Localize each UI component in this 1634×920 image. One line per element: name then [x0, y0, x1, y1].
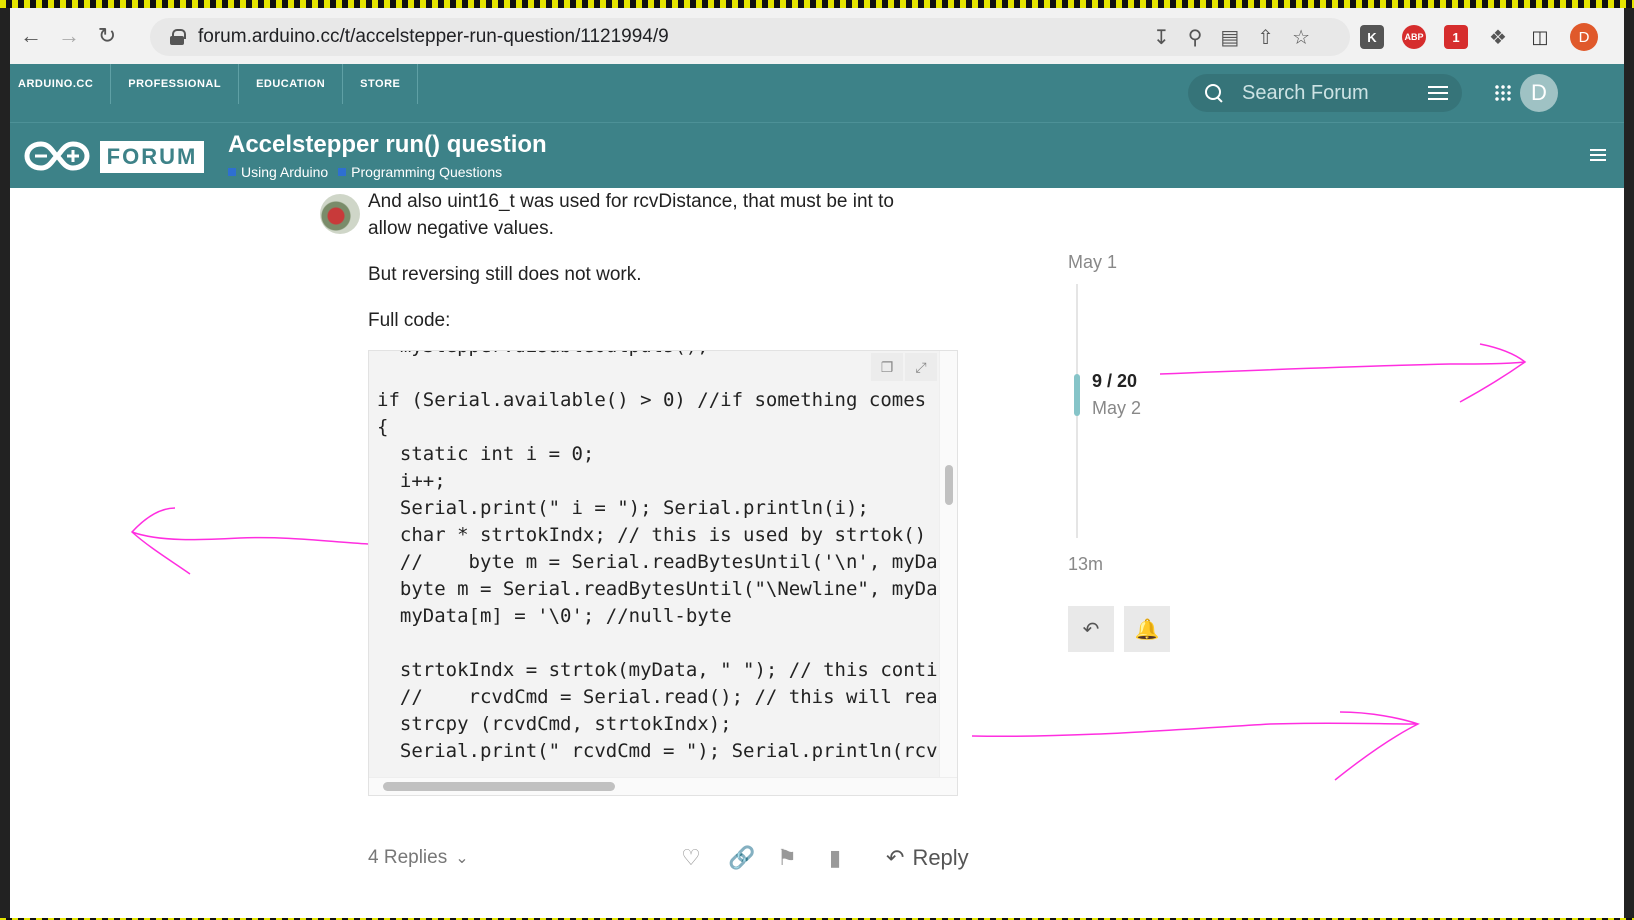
nav-professional[interactable]: PROFESSIONAL — [111, 64, 240, 104]
search-forum-input[interactable]: Search Forum — [1188, 74, 1462, 112]
search-icon — [1204, 83, 1224, 103]
timeline-end-label[interactable]: 13m — [1068, 554, 1103, 575]
install-icon[interactable]: ↧ — [1153, 25, 1170, 50]
reload-icon[interactable]: ↻ — [88, 17, 126, 55]
reply-button[interactable]: ↶ Reply — [886, 845, 969, 871]
notification-bell-icon[interactable]: 🔔 — [1124, 606, 1170, 652]
category-badge[interactable]: Programming Questions — [338, 164, 502, 180]
copy-code-icon[interactable]: ❐ — [871, 353, 903, 381]
profile-avatar[interactable]: D — [1570, 23, 1598, 51]
reply-label: Reply — [912, 845, 969, 870]
post-paragraph-1-line-2: allow negative values. — [368, 218, 554, 239]
code-tools: ❐ ⤢ — [871, 353, 937, 381]
code-lines: myStepper.disableOutputs(); if (Serial.a… — [377, 351, 938, 765]
post-paragraph-2: But reversing still does not work. — [368, 264, 642, 285]
share-icon[interactable]: ⇧ — [1257, 25, 1274, 50]
code-line: // byte m = Serial.readBytesUntil('\n', … — [377, 551, 938, 573]
category-badge[interactable]: Using Arduino — [228, 164, 328, 180]
apps-grid-icon[interactable] — [1494, 84, 1512, 102]
code-line: myStepper.disableOutputs(); — [377, 351, 938, 360]
address-bar[interactable]: forum.arduino.cc/t/accelstepper-run-ques… — [150, 18, 1350, 56]
browser-toolbar: ← → ↻ forum.arduino.cc/t/accelstepper-ru… — [10, 8, 1624, 64]
category-color-swatch — [228, 168, 236, 176]
extension-k-icon[interactable]: K — [1360, 25, 1384, 49]
code-line: byte m = Serial.readBytesUntil("\Newline… — [377, 578, 938, 600]
url-text[interactable]: forum.arduino.cc/t/accelstepper-run-ques… — [198, 26, 669, 48]
code-vertical-scrollbar-track[interactable] — [939, 351, 957, 779]
reader-mode-icon[interactable]: ▤ — [1220, 25, 1239, 50]
post-paragraph-3: Full code: — [368, 310, 451, 331]
reply-arrow-icon: ↶ — [886, 845, 905, 870]
code-line: strcpy (rcvdCmd, strtokIndx); — [377, 713, 732, 735]
user-avatar-top[interactable]: D — [1520, 74, 1558, 112]
flag-icon[interactable]: ⚑ — [776, 845, 798, 871]
category-color-swatch — [338, 168, 347, 176]
browser-window: ← → ↻ forum.arduino.cc/t/accelstepper-ru… — [10, 8, 1624, 918]
forum-logo[interactable]: FORUM — [100, 141, 204, 173]
topic-title[interactable]: Accelstepper run() question — [228, 131, 547, 159]
post-paragraph-1: And also uint16_t was used for rcvDistan… — [368, 188, 894, 242]
adblock-plus-icon[interactable]: ABP — [1402, 25, 1426, 49]
timeline-scroll-handle[interactable] — [1074, 374, 1080, 416]
timeline-reply-icon[interactable]: ↶ — [1068, 606, 1114, 652]
back-arrow-icon[interactable]: ← — [12, 17, 50, 55]
code-line: Serial.print(" rcvdCmd = "); Serial.prin… — [377, 740, 938, 762]
search-placeholder: Search Forum — [1242, 81, 1369, 104]
timeline-current-date: May 2 — [1092, 398, 1142, 418]
bookmark-icon[interactable]: ▮ — [824, 845, 846, 871]
nav-arduino-cc[interactable]: ARDUINO.CC — [10, 64, 112, 104]
code-line: char * strtokIndx; // this is used by st… — [377, 524, 927, 546]
arduino-logo-icon[interactable] — [24, 139, 90, 173]
post-author-avatar[interactable] — [320, 194, 360, 234]
fullscreen-icon[interactable]: ⤢ — [905, 353, 937, 381]
extension-badge-icon[interactable]: 1 — [1444, 25, 1468, 49]
bookmark-star-icon[interactable]: ☆ — [1292, 25, 1310, 50]
post-actions: ♡ 🔗 ⚑ ▮ ↶ Reply — [680, 840, 969, 876]
code-line: // rcvdCmd = Serial.read(); // this will… — [377, 686, 938, 708]
code-line: strtokIndx = strtok(myData, " "); // thi… — [377, 659, 938, 681]
category-using-arduino[interactable]: Using Arduino — [241, 164, 328, 180]
code-line: Serial.print(" i = "); Serial.println(i)… — [377, 497, 869, 519]
share-link-icon[interactable]: 🔗 — [728, 845, 755, 871]
timeline-position: 9 / 20 — [1092, 371, 1138, 391]
replies-label: 4 Replies — [368, 847, 448, 868]
category-programming-questions[interactable]: Programming Questions — [351, 164, 502, 180]
code-block[interactable]: myStepper.disableOutputs(); if (Serial.a… — [368, 350, 958, 796]
arduino-topnav: ARDUINO.CC PROFESSIONAL EDUCATION STORE … — [10, 64, 1624, 122]
code-vertical-scrollbar-thumb[interactable] — [945, 465, 953, 505]
code-line: if (Serial.available() > 0) //if somethi… — [377, 389, 927, 411]
like-heart-icon[interactable]: ♡ — [680, 845, 702, 871]
address-bar-actions: ↧ ⚲ ▤ ⇧ ☆ — [1153, 18, 1310, 56]
search-filter-icon[interactable] — [1428, 86, 1448, 100]
capture-border-top — [0, 0, 1634, 8]
timeline-start-date[interactable]: May 1 — [1068, 252, 1117, 273]
chevron-down-icon: ⌄ — [455, 850, 469, 867]
timeline-controls: ↶ 🔔 — [1068, 606, 1170, 652]
nav-store[interactable]: STORE — [343, 64, 419, 104]
hamburger-menu-icon[interactable] — [1590, 149, 1606, 161]
forum-header: FORUM Accelstepper run() question Using … — [10, 122, 1624, 188]
code-line: static int i = 0; — [377, 443, 595, 465]
topic-categories: Using Arduino Programming Questions — [228, 164, 502, 180]
code-line: myData[m] = '\0'; //null-byte — [377, 605, 732, 627]
side-panel-icon[interactable]: ◫ — [1528, 25, 1552, 49]
nav-education[interactable]: EDUCATION — [239, 64, 344, 104]
forward-arrow-icon[interactable]: → — [50, 17, 88, 55]
code-line: { — [377, 416, 389, 438]
zoom-icon[interactable]: ⚲ — [1188, 25, 1203, 50]
lock-icon — [170, 29, 186, 45]
code-line: i++; — [377, 470, 446, 492]
topic-content: And also uint16_t was used for rcvDistan… — [10, 188, 1624, 918]
screen-frame: ← → ↻ forum.arduino.cc/t/accelstepper-ru… — [0, 0, 1634, 920]
post-paragraph-1-line-1: And also uint16_t was used for rcvDistan… — [368, 191, 894, 212]
extension-bar: K ABP 1 ❖ ◫ D — [1360, 18, 1598, 56]
extensions-puzzle-icon[interactable]: ❖ — [1486, 25, 1510, 49]
post-footer: 4 Replies ⌄ ♡ 🔗 ⚑ ▮ ↶ Reply — [368, 840, 969, 876]
code-horizontal-scrollbar-thumb[interactable] — [383, 782, 615, 791]
replies-toggle[interactable]: 4 Replies ⌄ — [368, 847, 469, 869]
